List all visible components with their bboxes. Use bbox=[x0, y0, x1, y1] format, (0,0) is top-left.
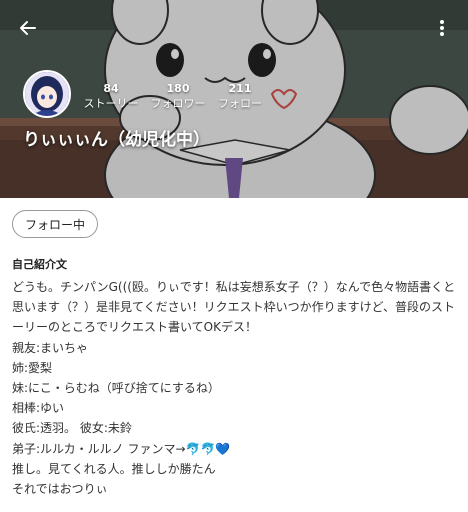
stat-followers[interactable]: 180 フォロワー bbox=[143, 82, 213, 111]
bio-line: 推し。見てくれる人。推ししか勝たん bbox=[12, 461, 216, 476]
bio-line: 弟子:ルルカ・ルルノ ファンマ→🐬🐬💙 bbox=[12, 441, 231, 456]
stat-stories-count: 84 bbox=[103, 82, 119, 95]
stat-stories[interactable]: 84 ストーリー bbox=[76, 82, 146, 111]
bio-line: それではおつりぃ bbox=[12, 482, 108, 497]
stat-following-count: 211 bbox=[228, 82, 252, 95]
bio-title: 自己紹介文 bbox=[12, 258, 67, 271]
more-vertical-icon bbox=[440, 20, 444, 36]
bio-line: 親友:まいちゃ bbox=[12, 340, 89, 355]
profile-username: りぃぃぃん（幼児化中） bbox=[23, 130, 210, 150]
bio-text: どうも。チンパンG(((殴。りぃです！私は妄想系女子（？）なんで色々物語書くと思… bbox=[12, 277, 460, 499]
back-button[interactable] bbox=[14, 14, 42, 42]
avatar[interactable] bbox=[23, 70, 71, 118]
bio-line: どうも。チンパンG(((殴。りぃです！私は妄想系女子（？）なんで色々物語書くと思… bbox=[12, 280, 456, 335]
stat-following-label: フォロー bbox=[218, 97, 262, 110]
bio-line: 彼氏:透羽。 彼女:未鈴 bbox=[12, 421, 132, 436]
stat-stories-label: ストーリー bbox=[83, 97, 139, 110]
bio-line: 妹:にこ・らむね（呼び捨てにするね） bbox=[12, 381, 220, 396]
stat-following[interactable]: 211 フォロー bbox=[205, 82, 275, 111]
profile-header: 84 ストーリー 180 フォロワー 211 フォロー りぃぃぃん（幼児化中） bbox=[0, 0, 468, 198]
stat-followers-count: 180 bbox=[166, 82, 190, 95]
more-menu-button[interactable] bbox=[428, 14, 456, 42]
stat-followers-label: フォロワー bbox=[150, 97, 206, 110]
bio-line: 相棒:ゆい bbox=[12, 401, 65, 416]
arrow-left-icon bbox=[20, 21, 36, 35]
bio-line: 姉:愛梨 bbox=[12, 360, 53, 375]
following-button[interactable]: フォロー中 bbox=[12, 210, 98, 238]
avatar-image bbox=[25, 72, 69, 116]
